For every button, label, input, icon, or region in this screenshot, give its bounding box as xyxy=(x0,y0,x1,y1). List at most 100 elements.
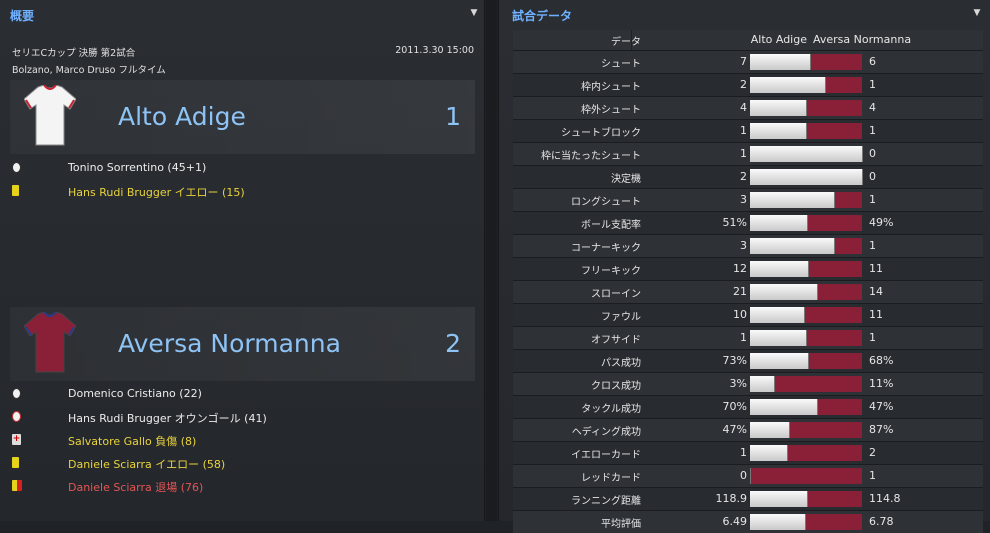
match-event[interactable]: Tonino Sorrentino (45+1) xyxy=(10,158,475,178)
stat-comparison-bar xyxy=(750,238,862,254)
match-event[interactable]: Daniele Sciarra 退場 (76) xyxy=(10,476,475,496)
stat-value-team1: 3 xyxy=(740,193,747,206)
stat-comparison-bar xyxy=(750,330,862,346)
stat-label: レッドカード xyxy=(581,473,641,484)
stats-panel-menu-button[interactable]: ▼ xyxy=(970,6,984,20)
match-event[interactable]: + Salvatore Gallo 負傷 (8) xyxy=(10,430,475,450)
stat-value-team2: 68% xyxy=(869,354,894,367)
stat-value-team2: 114.8 xyxy=(869,492,901,505)
match-event[interactable]: Hans Rudi Brugger オウンゴール (41) xyxy=(10,407,475,427)
stat-value-team2: 47% xyxy=(869,400,894,413)
panel-splitter[interactable] xyxy=(486,0,981,521)
team1-share-fill xyxy=(750,330,807,346)
stat-value-team1: 118.9 xyxy=(715,492,748,505)
stat-value-team1: 47% xyxy=(722,423,747,436)
venue-label: Bolzano, Marco Druso フルタイム xyxy=(12,65,166,76)
stat-row: ランニング距離 118.9 114.8 xyxy=(513,487,983,510)
stat-row: ファウル 10 11 xyxy=(513,303,983,326)
stat-comparison-bar xyxy=(750,215,862,231)
stat-comparison-bar xyxy=(750,422,862,438)
away-team-header: Aversa Normanna 2 xyxy=(10,307,475,381)
stat-label: ランニング距離 xyxy=(571,496,641,507)
team1-share-fill xyxy=(750,491,809,507)
stat-label: シュートブロック xyxy=(561,128,641,139)
match-event[interactable]: Domenico Cristiano (22) xyxy=(10,384,475,404)
stat-label: ボール支配率 xyxy=(581,220,641,231)
stat-value-team1: 70% xyxy=(722,400,747,413)
stats-header-label: データ xyxy=(611,37,641,48)
away-team-score: 2 xyxy=(445,329,461,358)
stat-value-team1: 4 xyxy=(740,101,747,114)
stat-comparison-bar xyxy=(750,123,862,139)
stat-label: フリーキック xyxy=(581,266,641,277)
stat-value-team2: 14 xyxy=(869,285,883,298)
stats-header-team1[interactable]: Alto Adige xyxy=(747,33,807,46)
summary-panel-menu-button[interactable]: ▼ xyxy=(467,6,481,20)
team1-share-fill xyxy=(750,77,827,93)
team1-share-fill xyxy=(750,123,807,139)
stat-comparison-bar xyxy=(750,54,862,70)
stat-comparison-bar xyxy=(750,77,862,93)
match-summary-panel: 概要 ▼ セリエCカップ 決勝 第2試合 2011.3.30 15:00 Bol… xyxy=(0,0,485,521)
stat-comparison-bar xyxy=(750,169,863,185)
home-shirt-icon xyxy=(24,85,76,146)
stat-value-team2: 1 xyxy=(869,193,876,206)
match-event[interactable]: Daniele Sciarra イエロー (58) xyxy=(10,453,475,473)
event-text: Domenico Cristiano (22) xyxy=(68,387,202,400)
home-team-header: Alto Adige 1 xyxy=(10,80,475,154)
team1-share-fill xyxy=(750,54,812,70)
stat-row: タックル成功 70% 47% xyxy=(513,395,983,418)
stat-comparison-bar xyxy=(750,353,862,369)
stat-row: クロス成功 3% 11% xyxy=(513,372,983,395)
stat-row: シュートブロック 1 1 xyxy=(513,119,983,142)
goal-icon xyxy=(12,162,21,173)
stat-label: パス成功 xyxy=(601,358,641,369)
stat-value-team1: 21 xyxy=(733,285,747,298)
stat-value-team2: 87% xyxy=(869,423,894,436)
stat-label: 決定機 xyxy=(611,174,641,185)
event-text: Tonino Sorrentino (45+1) xyxy=(68,161,207,174)
stat-value-team1: 73% xyxy=(722,354,747,367)
stat-value-team2: 1 xyxy=(869,78,876,91)
away-team-name[interactable]: Aversa Normanna xyxy=(118,329,341,358)
stat-label: オフサイド xyxy=(591,335,641,346)
team1-share-fill xyxy=(750,192,835,208)
stat-row: 平均評価 6.49 6.78 xyxy=(513,510,983,533)
team1-share-fill xyxy=(750,261,810,277)
stat-value-team2: 1 xyxy=(869,124,876,137)
stat-value-team1: 10 xyxy=(733,308,747,321)
stat-value-team2: 1 xyxy=(869,331,876,344)
stats-table: データ Alto Adige Aversa Normanna シュート 7 6 枠内シ… xyxy=(513,30,983,533)
team1-share-fill xyxy=(750,100,807,116)
team1-share-fill xyxy=(750,376,775,392)
team1-share-fill xyxy=(750,284,819,300)
stat-label: ファウル xyxy=(601,312,641,323)
team1-share-fill xyxy=(750,445,788,461)
stat-label: 枠外シュート xyxy=(581,105,641,116)
home-team-name[interactable]: Alto Adige xyxy=(118,102,246,131)
stat-row: イエローカード 1 2 xyxy=(513,441,983,464)
stat-value-team1: 2 xyxy=(740,78,747,91)
stat-label: イエローカード xyxy=(571,450,641,461)
stat-row: 枠外シュート 4 4 xyxy=(513,96,983,119)
stat-comparison-bar xyxy=(750,445,862,461)
stats-header-team2[interactable]: Aversa Normanna xyxy=(813,33,911,46)
yellow-card-icon xyxy=(12,185,19,196)
stat-value-team1: 0 xyxy=(740,469,747,482)
stat-value-team1: 51% xyxy=(722,216,747,229)
goal-icon xyxy=(12,388,21,399)
stat-label: スローイン xyxy=(591,289,641,300)
stat-value-team1: 12 xyxy=(733,262,747,275)
stat-label: タックル成功 xyxy=(581,404,641,415)
match-event[interactable]: Hans Rudi Brugger イエロー (15) xyxy=(10,181,475,201)
team1-share-fill xyxy=(750,169,863,185)
stat-row: フリーキック 12 11 xyxy=(513,257,983,280)
stat-comparison-bar xyxy=(750,192,862,208)
stat-label: シュート xyxy=(601,59,641,70)
stat-label: ロングシュート xyxy=(571,197,641,208)
own-goal-icon xyxy=(12,411,21,422)
team1-share-fill xyxy=(750,422,791,438)
red-card-icon xyxy=(12,480,22,491)
stat-row: 枠に当たったシュート 1 0 xyxy=(513,142,983,165)
team1-share-fill xyxy=(750,215,809,231)
